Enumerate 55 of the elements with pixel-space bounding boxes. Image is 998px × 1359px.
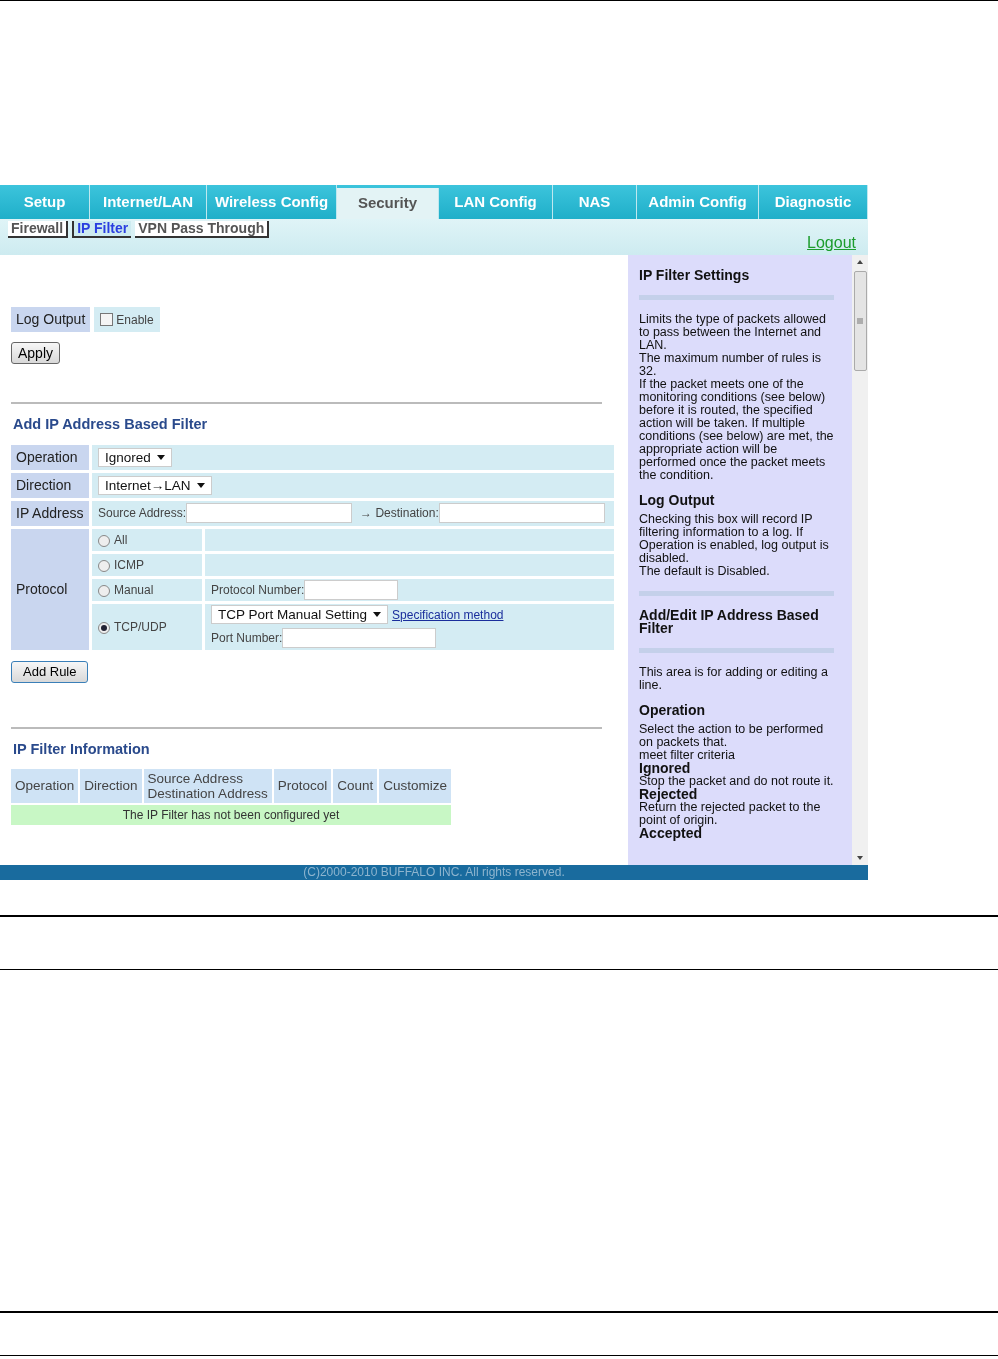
- help-text: If the packet meets one of the monitoring conditions (see below) before it is routed, the specified action will be taken. If multiple conditions (see below) are met, the appropriate action will be performed once the packet meets the condition.: [639, 378, 834, 482]
- scroll-thumb[interactable]: [853, 271, 867, 371]
- column-header: Count: [333, 768, 378, 803]
- column-header: Operation: [11, 768, 79, 803]
- scroll-down-icon[interactable]: [856, 855, 864, 861]
- nav-tab[interactable]: Security: [337, 188, 439, 219]
- dropdown[interactable]: TCP Port Manual Setting: [211, 605, 389, 625]
- help-text: The default is Disabled.: [639, 565, 771, 578]
- help-text: Checking this box will record IP filtering information to a log. If Operation is enabled, log output is disabled.: [639, 513, 830, 565]
- field-label: Source Address:: [98, 505, 187, 523]
- field-label: Operation: [11, 444, 89, 470]
- help-term: Ignored: [639, 762, 692, 775]
- add-rule-button[interactable]: Add Rule: [11, 660, 89, 683]
- dropdown[interactable]: Internet→LAN: [98, 475, 212, 495]
- source-address-field[interactable]: [186, 503, 353, 524]
- field-label: Log Output: [11, 307, 91, 332]
- field-label: → Destination:: [360, 505, 439, 523]
- column-header: Customize: [379, 768, 451, 803]
- help-term: Accepted: [639, 827, 703, 840]
- sub-tab[interactable]: VPN Pass Through: [135, 221, 270, 238]
- help-term: Rejected: [639, 788, 698, 801]
- help-text: The maximum number of rules is 32.: [639, 352, 822, 378]
- specification-link[interactable]: Specification method: [392, 605, 504, 624]
- enable-checkbox[interactable]: Enable: [94, 307, 160, 332]
- help-heading: Add/Edit IP Address Based Filter: [639, 609, 820, 635]
- help-text: meet filter criteria: [639, 749, 736, 762]
- help-heading: IP Filter Settings: [639, 269, 751, 282]
- destination-field[interactable]: [438, 503, 605, 524]
- port-number-field[interactable]: [282, 628, 437, 649]
- apply-button[interactable]: Apply: [11, 342, 61, 364]
- column-header: Source Address Destination Address: [143, 768, 272, 803]
- protocol-number-field[interactable]: [304, 579, 399, 600]
- dropdown[interactable]: Ignored: [98, 447, 172, 467]
- section-title: Add IP Address Based Filter: [13, 415, 209, 434]
- help-text: Limits the type of packets allowed to pass between the Internet and LAN.: [639, 313, 827, 352]
- section-title: IP Filter Information: [13, 739, 151, 759]
- sub-tab[interactable]: IP Filter: [72, 221, 132, 238]
- column-header: Protocol: [273, 768, 332, 803]
- help-text: This area is for adding or editing a line.: [639, 666, 829, 692]
- copyright-footer: (C)2000-2010 BUFFALO INC. All rights reserved.: [0, 865, 868, 880]
- column-header: Direction: [80, 768, 142, 803]
- help-text: Return the rejected packet to the point of origin.: [639, 801, 822, 827]
- scroll-up-icon[interactable]: [856, 259, 864, 265]
- help-text: Select the action to be performed on packets that.: [639, 723, 825, 749]
- empty-message: The IP Filter has not been configured yet: [11, 804, 451, 825]
- help-text: Stop the packet and do not route it.: [639, 775, 834, 788]
- help-heading: Operation: [639, 704, 707, 717]
- help-heading: Log Output: [639, 494, 716, 507]
- field-label: Port Number:: [211, 630, 283, 648]
- field-label: Direction: [11, 472, 89, 498]
- field-label: Protocol Number:: [211, 581, 305, 599]
- scrollbar[interactable]: [852, 255, 868, 865]
- field-label: Protocol: [11, 528, 89, 650]
- field-label: IP Address: [11, 500, 89, 526]
- sub-tab[interactable]: Firewall: [8, 221, 69, 238]
